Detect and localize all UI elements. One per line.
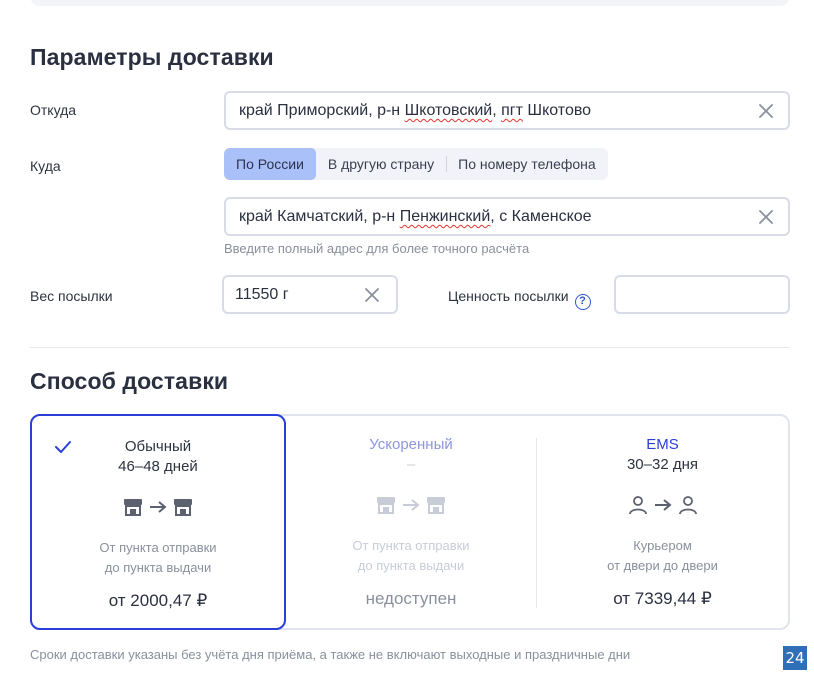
badge-24-icon: 24 xyxy=(783,646,807,670)
pickup-to-pickup-icon xyxy=(32,496,284,518)
method-price: от 7339,44 ₽ xyxy=(613,589,712,608)
from-label: Откуда xyxy=(30,102,77,118)
from-address-field[interactable]: край Приморский, р-н Шкотовский, пгт Шко… xyxy=(224,91,790,130)
method-days: 30–32 дня xyxy=(626,456,699,473)
method-name: Ускоренный xyxy=(369,436,453,453)
delivery-method-title: Способ доставки xyxy=(30,368,229,394)
to-address-value: край Камчатский, р-н Пенжинский, с Камен… xyxy=(239,208,592,225)
to-address-field[interactable]: край Камчатский, р-н Пенжинский, с Камен… xyxy=(224,197,790,236)
from-address-value: край Приморский, р-н Шкотовский, пгт Шко… xyxy=(239,102,592,119)
declared-value-label: Ценность посылки? xyxy=(448,288,591,310)
method-card-express: Ускоренный – От пункта отправки до пункт… xyxy=(286,414,536,630)
method-desc-line1: От пункта отправки xyxy=(352,538,470,553)
method-desc-line1: От пункта отправки xyxy=(99,540,217,555)
section-divider xyxy=(30,347,790,348)
destination-type-tabs: По России В другую страну По номеру теле… xyxy=(224,148,608,180)
method-days: 46–48 дней xyxy=(118,458,198,475)
help-circle-icon[interactable]: ? xyxy=(574,294,591,310)
clear-weight-icon[interactable] xyxy=(364,287,380,303)
method-card-ems[interactable]: EMS 30–32 дня Курьером от двери до двери… xyxy=(537,414,788,630)
delivery-methods: Обычный 46–48 дней От пункта отправки до… xyxy=(30,414,790,630)
method-days: – xyxy=(406,456,416,473)
method-desc-line2: до пункта выдачи xyxy=(104,560,212,575)
tab-other-country[interactable]: В другую страну xyxy=(316,148,446,180)
method-name: EMS xyxy=(646,436,679,453)
method-card-standard[interactable]: Обычный 46–48 дней От пункта отправки до… xyxy=(30,414,286,630)
person-to-person-icon xyxy=(537,494,788,516)
pickup-to-pickup-icon xyxy=(286,494,536,516)
method-name: Обычный xyxy=(124,438,192,455)
tab-phone-number[interactable]: По номеру телефона xyxy=(446,148,608,180)
method-desc-line1: Курьером xyxy=(633,538,692,553)
to-label: Куда xyxy=(30,158,61,174)
declared-value-field[interactable] xyxy=(614,275,790,314)
clear-from-icon[interactable] xyxy=(758,103,774,119)
delivery-params-title: Параметры доставки xyxy=(30,44,274,70)
clear-to-icon[interactable] xyxy=(758,209,774,225)
previous-section-card xyxy=(30,0,790,6)
weight-field[interactable]: 11550 г xyxy=(222,275,398,314)
address-hint: Введите полный адрес для более точного р… xyxy=(224,241,530,256)
delivery-footnote: Сроки доставки указаны без учёта дня при… xyxy=(30,647,631,662)
weight-label: Вес посылки xyxy=(30,288,113,304)
method-desc-line2: до пункта выдачи xyxy=(357,558,465,573)
method-desc-line2: от двери до двери xyxy=(607,558,718,573)
method-price: от 2000,47 ₽ xyxy=(108,591,208,610)
method-price: недоступен xyxy=(365,589,457,608)
tab-russia[interactable]: По России xyxy=(224,148,316,180)
weight-value: 11550 г xyxy=(235,286,289,303)
